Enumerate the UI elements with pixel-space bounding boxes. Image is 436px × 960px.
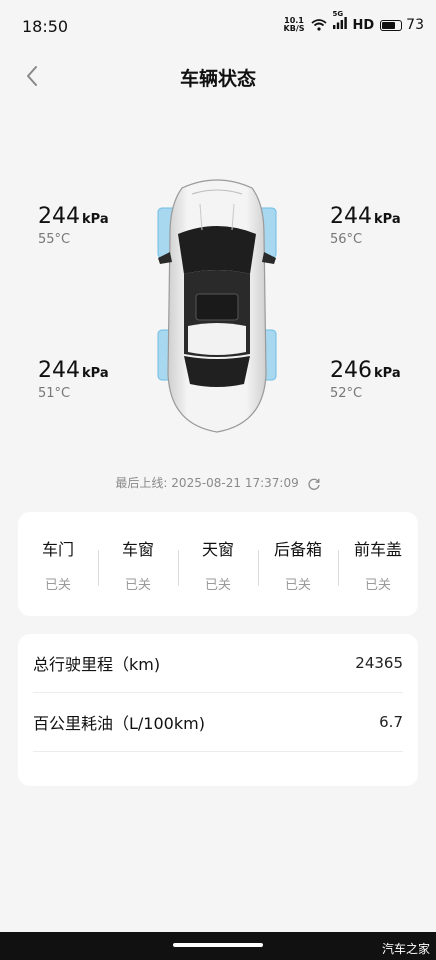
status-item-value: 已关 (284, 577, 311, 593)
network-speed: 10.1 KB/S (284, 17, 305, 33)
status-item-value: 已关 (204, 577, 231, 593)
tire-temperature: 51°C (38, 386, 71, 401)
refresh-icon[interactable] (307, 477, 321, 491)
info-label: 百公里耗油（L/100km) (33, 714, 205, 733)
status-item-value: 已关 (124, 577, 151, 593)
status-item-label: 前车盖 (353, 539, 402, 559)
info-row: 百公里耗油（L/100km) 6.7 (33, 693, 403, 752)
status-bar: 18:50 10.1 KB/S 5G HD 73 (0, 0, 436, 52)
last-online: 最后上线: 2025-08-21 17:37:09 (0, 474, 436, 491)
battery-percent: 73 (406, 17, 424, 33)
car-top-view-image (157, 179, 277, 433)
speed-unit: KB/S (283, 24, 305, 33)
signal-icon (332, 17, 347, 29)
status-item-label: 车窗 (121, 539, 154, 559)
last-online-time: 2025-08-21 17:37:09 (171, 476, 299, 490)
status-item-value: 已关 (364, 577, 391, 593)
tire-pressure-unit: kPa (374, 212, 401, 227)
tire-pressure-unit: kPa (82, 212, 109, 227)
wifi-icon (310, 19, 327, 31)
tire-temperature: 55°C (38, 232, 71, 247)
tire-rear-right: 246 kPa 52°C (330, 358, 401, 401)
info-row: 总行驶里程（km) 24365 (33, 634, 403, 693)
tire-temperature: 56°C (330, 232, 363, 247)
tire-front-left: 244 kPa 55°C (38, 204, 109, 247)
vehicle-status-card: 车门 已关 车窗 已关 天窗 已关 后备箱 已关 前车盖 已关 (18, 512, 418, 616)
tire-pressure-panel: 244 kPa 55°C 244 kPa 56°C 244 kPa 51°C 246 k… (0, 170, 436, 440)
status-item: 车门 已关 (18, 536, 98, 593)
navigation-bar: 汽车之家 (0, 932, 436, 960)
tire-pressure-value: 244 (38, 358, 80, 383)
tire-temperature: 52°C (330, 386, 363, 401)
status-item-label: 后备箱 (273, 539, 322, 559)
info-value: 6.7 (379, 713, 403, 731)
page-title: 车辆状态 (179, 68, 256, 90)
status-item-value: 已关 (44, 577, 71, 593)
status-time: 18:50 (22, 17, 69, 36)
battery-icon (380, 19, 403, 31)
status-item-label: 天窗 (201, 539, 234, 559)
tire-pressure-unit: kPa (82, 366, 109, 381)
status-item: 前车盖 已关 (338, 536, 418, 593)
tire-rear-left: 244 kPa 51°C (38, 358, 109, 401)
hd-indicator: HD (352, 17, 375, 33)
battery-fill (382, 21, 395, 29)
tire-pressure-value: 246 (330, 358, 372, 383)
header: 车辆状态 (0, 52, 436, 100)
battery: 73 (380, 17, 424, 33)
last-online-label: 最后上线: (115, 476, 168, 490)
tire-pressure-value: 244 (330, 204, 372, 229)
vehicle-info-card: 总行驶里程（km) 24365 百公里耗油（L/100km) 6.7 (18, 634, 418, 786)
signal-group: 5G (332, 10, 347, 33)
info-value: 24365 (355, 654, 403, 672)
status-item: 车窗 已关 (98, 536, 178, 593)
status-item-label: 车门 (41, 539, 74, 559)
status-item: 后备箱 已关 (258, 536, 338, 593)
status-item: 天窗 已关 (178, 536, 258, 593)
tire-front-right: 244 kPa 56°C (330, 204, 401, 247)
home-indicator[interactable] (173, 943, 263, 947)
status-icons: 10.1 KB/S 5G HD 73 (284, 10, 424, 33)
network-type: 5G (332, 10, 344, 18)
tire-pressure-value: 244 (38, 204, 80, 229)
info-label: 总行驶里程（km) (33, 655, 161, 674)
watermark: 汽车之家 (381, 942, 430, 956)
tire-pressure-unit: kPa (374, 366, 401, 381)
